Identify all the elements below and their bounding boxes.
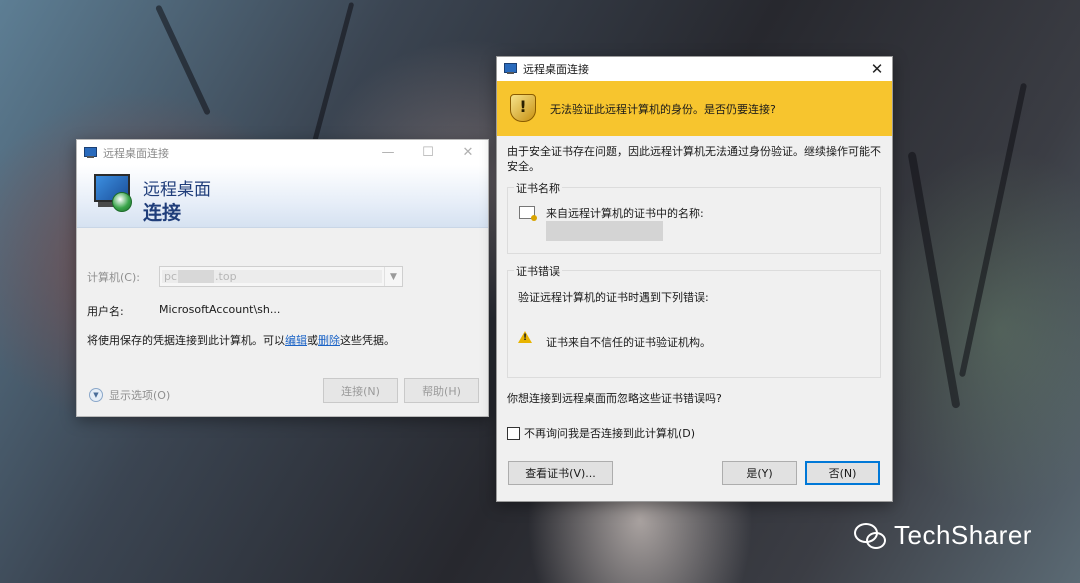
close-button[interactable]: ✕ xyxy=(862,57,892,81)
certificate-icon xyxy=(519,206,537,221)
credentials-info-tail: 这些凭据。 xyxy=(340,334,395,347)
show-options-toggle[interactable]: ▼ 显示选项(O) xyxy=(89,387,170,403)
yes-button[interactable]: 是(Y) xyxy=(722,461,797,485)
username-value: MicrosoftAccount\sh... xyxy=(159,303,281,316)
credentials-info-text: 将使用保存的凭据连接到此计算机。可以 xyxy=(87,334,285,347)
chevron-down-circle-icon: ▼ xyxy=(89,388,103,402)
edit-credentials-link[interactable]: 编辑 xyxy=(285,334,307,347)
help-button[interactable]: 帮助(H) xyxy=(404,378,479,403)
warning-banner: ! 无法验证此远程计算机的身份。是否仍要连接? xyxy=(497,81,892,136)
no-button[interactable]: 否(N) xyxy=(805,461,880,485)
header-banner: 远程桌面 连接 xyxy=(77,165,488,228)
security-shield-icon: ! xyxy=(510,94,536,122)
computer-value-prefix: pc xyxy=(164,270,178,283)
dont-ask-again-label[interactable]: 不再询问我是否连接到此计算机(D) xyxy=(524,425,695,441)
wechat-icon xyxy=(854,522,886,549)
username-label: 用户名: xyxy=(87,305,124,318)
title-bar: 远程桌面连接 ✕ xyxy=(497,57,892,81)
warning-icon: ! xyxy=(518,331,532,343)
ignore-errors-question: 你想连接到远程桌面而忽略这些证书错误吗? xyxy=(507,392,722,405)
wallpaper-decoration xyxy=(154,4,212,116)
redacted-hostname xyxy=(178,270,215,283)
banner-subtitle: 连接 xyxy=(143,202,182,224)
banner-title: 远程桌面 xyxy=(143,180,211,200)
certificate-name-label: 来自远程计算机的证书中的名称: xyxy=(546,207,704,220)
computer-label: 计算机(C): xyxy=(87,270,140,284)
redacted-certificate-name xyxy=(546,221,663,241)
group-title: 证书名称 xyxy=(514,180,562,196)
delete-credentials-link[interactable]: 删除 xyxy=(318,334,340,347)
error-intro: 验证远程计算机的证书时遇到下列错误: xyxy=(518,291,709,304)
title-bar: 远程桌面连接 — ☐ ✕ xyxy=(77,140,488,165)
remote-desktop-icon xyxy=(84,146,97,159)
minimize-button[interactable]: — xyxy=(368,140,408,165)
chevron-down-icon[interactable]: ▼ xyxy=(384,267,402,286)
connect-button[interactable]: 连接(N) xyxy=(323,378,398,403)
dont-ask-again-checkbox[interactable] xyxy=(507,426,520,440)
wallpaper-decoration xyxy=(907,151,961,409)
certificate-warning-dialog: 远程桌面连接 ✕ ! 无法验证此远程计算机的身份。是否仍要连接? 由于安全证书存… xyxy=(496,56,893,502)
dialog-title: 远程桌面连接 xyxy=(523,63,589,76)
credentials-info: 将使用保存的凭据连接到此计算机。可以编辑或删除这些凭据。 xyxy=(87,332,395,348)
close-button[interactable]: ✕ xyxy=(448,140,488,165)
intro-text: 由于安全证书存在问题，因此远程计算机无法通过身份验证。继续操作可能不安全。 xyxy=(507,145,881,173)
wallpaper-decoration xyxy=(958,82,1028,378)
watermark: TechSharer xyxy=(854,520,1032,551)
window-title: 远程桌面连接 xyxy=(103,146,169,160)
remote-desktop-monitor-icon xyxy=(92,172,136,218)
remote-desktop-connection-window: 远程桌面连接 — ☐ ✕ 远程桌面 连接 计算机(C): pc .top ▼ 用… xyxy=(76,139,489,417)
computer-value-suffix: .top xyxy=(215,270,237,283)
or-text: 或 xyxy=(307,334,318,347)
certificate-error-group: 证书错误 验证远程计算机的证书时遇到下列错误: ! 证书来自不信任的证书验证机构… xyxy=(507,263,881,378)
warning-message: 无法验证此远程计算机的身份。是否仍要连接? xyxy=(550,103,776,116)
remote-desktop-icon xyxy=(504,63,517,75)
view-certificate-button[interactable]: 查看证书(V)... xyxy=(508,461,613,485)
certificate-name-group: 证书名称 来自远程计算机的证书中的名称: xyxy=(507,180,881,254)
dont-ask-again-row[interactable]: 不再询问我是否连接到此计算机(D) xyxy=(507,425,695,441)
wallpaper-decoration xyxy=(310,1,355,149)
error-item: 证书来自不信任的证书验证机构。 xyxy=(546,336,711,349)
watermark-text: TechSharer xyxy=(894,520,1032,550)
show-options-label: 显示选项(O) xyxy=(109,389,171,402)
maximize-button[interactable]: ☐ xyxy=(408,140,448,165)
group-title: 证书错误 xyxy=(514,263,562,279)
computer-combobox[interactable]: pc .top ▼ xyxy=(159,266,403,287)
